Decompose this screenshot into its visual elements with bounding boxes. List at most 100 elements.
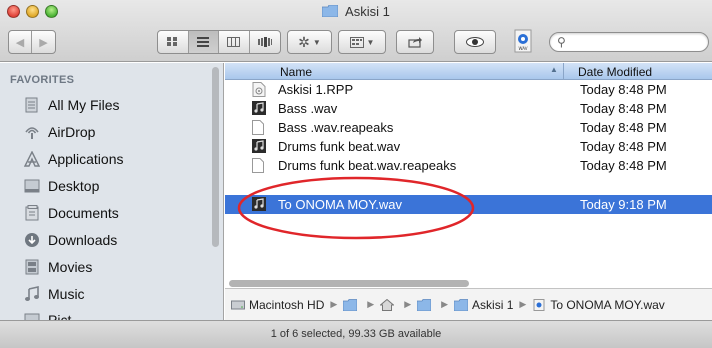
path-crumb-file[interactable]: To ONOMA MOY.wav (532, 297, 665, 312)
audio-file-icon (533, 298, 545, 311)
file-date: Today 8:48 PM (580, 139, 667, 154)
sidebar-heading: FAVORITES (10, 74, 75, 86)
list-view-button[interactable] (188, 31, 219, 53)
sidebar-item-music[interactable]: Music (0, 281, 210, 307)
status-bar: 1 of 6 selected, 99.33 GB available (0, 320, 712, 348)
crumb-label: To ONOMA MOY.wav (550, 297, 665, 312)
file-date: Today 8:48 PM (580, 120, 667, 135)
folder-icon (417, 298, 432, 311)
file-name: To ONOMA MOY.wav (278, 197, 403, 212)
path-crumb-home[interactable]: ▶ (380, 298, 412, 311)
sidebar-item-airdrop[interactable]: AirDrop (0, 119, 210, 145)
file-name: Drums funk beat.wav.reapeaks (278, 158, 457, 173)
share-button[interactable] (396, 30, 434, 54)
path-separator-icon: ▶ (519, 299, 527, 309)
gear-icon: ✲ (298, 33, 310, 50)
path-separator-icon: ▶ (330, 299, 338, 309)
blank-file-icon (252, 120, 266, 135)
table-row[interactable]: Bass .wav.reapeaks Today 8:48 PM (225, 118, 712, 137)
list-view-icon (197, 37, 210, 47)
horizontal-scroll-thumb[interactable] (229, 280, 469, 287)
applications-icon (23, 150, 41, 168)
eye-icon (466, 37, 484, 47)
finder-window: Askisi 1 ◀ ▶ ✲ ▼ ▼ WAV ⚲ FAVORITES All M… (0, 0, 712, 348)
path-separator-icon: ▶ (367, 299, 375, 309)
sidebar-item-downloads[interactable]: Downloads (0, 227, 210, 253)
sidebar-scrollbar[interactable] (212, 67, 219, 247)
crumb-label: Macintosh HD (249, 297, 325, 312)
share-icon (408, 37, 422, 48)
column-view-button[interactable] (219, 31, 250, 53)
horizontal-scrollbar[interactable] (225, 279, 712, 288)
folder-icon (322, 5, 339, 17)
sidebar-item-label: Applications (48, 151, 124, 167)
search-icon: ⚲ (557, 35, 566, 49)
arrange-button[interactable]: ▼ (338, 30, 386, 54)
cover-flow-icon (257, 37, 272, 47)
table-row[interactable]: Bass .wav Today 8:48 PM (225, 99, 712, 118)
icon-view-button[interactable] (158, 31, 189, 53)
sidebar-item-label: Desktop (48, 178, 100, 194)
search-input[interactable] (570, 34, 704, 50)
table-row[interactable]: Drums funk beat.wav Today 8:48 PM (225, 137, 712, 156)
cover-flow-button[interactable] (250, 31, 280, 53)
window-title: Askisi 1 (0, 4, 712, 19)
path-crumb-macintosh-hd[interactable]: Macintosh HD ▶ (231, 298, 337, 312)
path-crumb-folder[interactable]: ▶ (417, 298, 449, 311)
folder-icon (343, 298, 358, 311)
window-title-text: Askisi 1 (345, 4, 390, 19)
back-button[interactable]: ◀ (9, 31, 33, 53)
path-separator-icon: ▶ (441, 299, 449, 309)
table-row[interactable]: Askisi 1.RPP Today 8:48 PM (225, 80, 712, 99)
file-name: Bass .wav.reapeaks (278, 120, 394, 135)
path-bar: Macintosh HD ▶ ▶ ▶ ▶ Askisi 1 ▶ To ONOMA… (225, 288, 712, 320)
chevron-down-icon: ▼ (366, 37, 375, 47)
sidebar-item-label: Movies (48, 259, 93, 275)
sidebar-item-label: All My Files (48, 97, 120, 113)
sidebar-item-label: Pict... (48, 312, 84, 320)
sidebar-item-pictures[interactable]: Pict... (0, 307, 210, 320)
movies-icon (23, 258, 41, 276)
sidebar-item-documents[interactable]: Documents (0, 200, 210, 226)
file-date: Today 8:48 PM (580, 158, 667, 173)
status-text: 1 of 6 selected, 99.33 GB available (270, 328, 442, 340)
path-crumb-folder[interactable]: ▶ (343, 298, 375, 311)
action-button[interactable]: ✲ ▼ (287, 30, 332, 54)
chevron-down-icon: ▼ (312, 37, 321, 47)
column-divider[interactable] (563, 63, 564, 80)
audio-file-icon (252, 101, 266, 116)
sidebar-item-desktop[interactable]: Desktop (0, 173, 210, 199)
forward-button[interactable]: ▶ (32, 31, 55, 53)
audio-file-icon (252, 197, 266, 212)
audio-file-icon[interactable]: WAV (513, 29, 533, 55)
sort-ascending-icon: ▲ (550, 65, 558, 74)
airdrop-icon (23, 123, 41, 141)
table-row[interactable]: Drums funk beat.wav.reapeaks Today 8:48 … (225, 156, 712, 175)
table-row-selected[interactable]: To ONOMA MOY.wav Today 9:18 PM (225, 195, 712, 214)
chevron-right-icon: ▶ (39, 36, 48, 49)
sidebar-item-label: Downloads (48, 232, 118, 248)
sidebar-item-applications[interactable]: Applications (0, 146, 210, 172)
icon-view-icon (167, 37, 178, 46)
sidebar-item-all-my-files[interactable]: All My Files (0, 92, 210, 118)
path-separator-icon: ▶ (404, 299, 412, 309)
column-header: Name ▲ Date Modified (225, 63, 712, 80)
sidebar: FAVORITES All My Files AirDrop Applicati… (0, 63, 224, 320)
file-name: Askisi 1.RPP (278, 82, 354, 97)
quick-look-button[interactable] (454, 30, 496, 54)
date-modified-column-header[interactable]: Date Modified (578, 65, 652, 79)
audio-file-icon (252, 139, 266, 154)
desktop-icon (23, 177, 41, 195)
file-date: Today 8:48 PM (580, 101, 667, 116)
sidebar-item-movies[interactable]: Movies (0, 254, 210, 280)
hard-drive-icon (231, 300, 245, 309)
crumb-label: Askisi 1 (472, 297, 514, 312)
home-icon (380, 298, 395, 311)
documents-icon (23, 204, 41, 222)
file-date: Today 8:48 PM (580, 82, 667, 97)
name-column-header[interactable]: Name (280, 65, 312, 79)
search-field[interactable]: ⚲ (549, 32, 709, 52)
pictures-icon (23, 311, 41, 320)
path-crumb-askisi-1[interactable]: Askisi 1 ▶ (454, 298, 526, 312)
chevron-left-icon: ◀ (15, 36, 25, 49)
